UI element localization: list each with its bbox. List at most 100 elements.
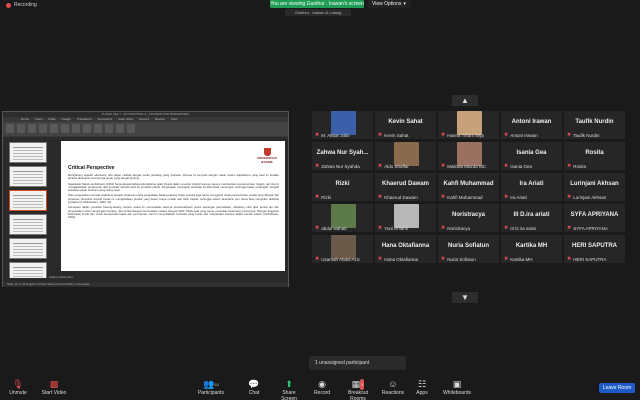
participant-name: Lurinjani Akhsan: [573, 194, 607, 200]
start-video-button[interactable]: ▩ Start Video: [40, 379, 68, 396]
participant-tile[interactable]: Taufik Nurdin ✖ Taufik Nurdin: [564, 111, 625, 139]
participant-tile[interactable]: Antoni Irawan ✖ Antoni Irawan: [501, 111, 562, 139]
mic-muted-icon: ✖: [315, 225, 320, 231]
mic-muted-icon: ✖: [378, 163, 383, 169]
participant-tile[interactable]: ✖ M. Akbar Julio: [312, 111, 373, 139]
whiteboards-label: Whiteboards: [442, 390, 472, 396]
record-label: Record: [313, 390, 331, 396]
record-dot-icon: [6, 2, 11, 8]
notes-placeholder: Click to add notes: [49, 275, 73, 279]
participant-tile[interactable]: ✖ Yuni Erlianti: [375, 204, 436, 232]
ribbon-tab: Design: [61, 117, 71, 121]
breakout-rooms-label: Breakout Rooms: [347, 390, 368, 400]
view-options-button[interactable]: View Options ▾: [368, 0, 410, 8]
participant-name-label: ✖ abdul wahab: [315, 225, 347, 231]
ribbon-tab: Slide Show: [118, 117, 134, 121]
mic-muted-icon: ✖: [441, 225, 446, 231]
mic-muted-icon: ✖: [441, 132, 446, 138]
participant-tile[interactable]: Lurinjani Akhsan ✖ Lurinjani Akhsan: [564, 173, 625, 201]
participant-tile[interactable]: Hana Oktafianna ✖ Hana Oktafianna: [375, 235, 436, 263]
participant-name: Kahfi Muhammad: [447, 194, 483, 200]
gallery-page-down-button[interactable]: ▼: [452, 292, 478, 303]
participant-name: Antoni Irawan: [510, 132, 538, 138]
participant-tile[interactable]: Zahwa Nur Syah... ✖ Zahwa Nur Syahda: [312, 142, 373, 170]
participant-name: Yuni Erlianti: [384, 225, 408, 231]
mic-muted-icon: 🎙: [12, 379, 24, 389]
whiteboard-icon: ▣: [452, 379, 462, 389]
participant-name: Nuria Sofiatun: [447, 256, 476, 262]
participant-display-name: Kevin Sahat: [388, 119, 423, 125]
participant-name-label: ✖ Isania Gea: [504, 163, 532, 169]
participant-tile[interactable]: ✖ Aldo Shaffar: [375, 142, 436, 170]
participant-tile[interactable]: ✖ Malinda Mazda MC: [438, 142, 499, 170]
slide-thumbnail: [9, 262, 47, 278]
participant-tile[interactable]: ✖ abdul wahab: [312, 204, 373, 232]
participant-name-label: ✖ Nuria Sofiatun: [441, 256, 476, 262]
participant-display-name: Kahfi Muhammad: [443, 181, 494, 187]
ribbon-button-icon: [83, 124, 91, 133]
chevron-down-icon: ▾: [403, 1, 406, 7]
participant-tile[interactable]: Rizki ✖ Rizki: [312, 173, 373, 201]
unassigned-participants-notice[interactable]: 1 unassigned participant: [309, 356, 406, 370]
participant-name-label: ✖ Lurinjani Akhsan: [567, 194, 606, 200]
unmute-button[interactable]: 🎙 Unmute: [6, 379, 30, 396]
participants-button[interactable]: 👥53 Participants: [196, 379, 226, 396]
participant-tile[interactable]: Kartika MH ✖ Kartika MH: [501, 235, 562, 263]
participant-name: Usamah Abdul Aziz: [321, 256, 360, 262]
video-off-icon: ▩: [49, 379, 59, 389]
participant-tile[interactable]: Isania Gea ✖ Isania Gea: [501, 142, 562, 170]
gallery-page-up-button[interactable]: ▲: [452, 95, 478, 106]
participant-tile[interactable]: Kahfi Muhammad ✖ Kahfi Muhammad: [438, 173, 499, 201]
participant-tile[interactable]: Rosita ✖ Rosita: [564, 142, 625, 170]
reactions-label: Reactions: [381, 390, 405, 396]
participant-display-name: III D.ira ariati: [513, 212, 550, 218]
participant-tile[interactable]: Noristracya ✖ Noristracya: [438, 204, 499, 232]
whiteboards-button[interactable]: ▣ Whiteboards: [442, 379, 472, 396]
participant-name: Kevin Sahat: [384, 132, 409, 138]
participant-name-label: ✖ Kevin Sahat: [378, 132, 408, 138]
breakout-badge: 1: [360, 379, 365, 390]
participant-display-name: Kartika MH: [515, 243, 548, 249]
participant-display-name: Nuria Sofiatun: [447, 243, 489, 249]
slide-thumbnail: [9, 142, 47, 163]
breakout-rooms-button[interactable]: ▦1 Breakout Rooms: [340, 379, 376, 400]
participant-name-label: ✖ Hanna Tiffani Seja: [441, 132, 484, 138]
ribbon-button-icon: [127, 124, 135, 133]
participant-name: Malinda Mazda MC: [447, 163, 486, 169]
participant-tile[interactable]: Kevin Sahat ✖ Kevin Sahat: [375, 111, 436, 139]
apps-label: Apps: [416, 390, 428, 396]
participant-tile[interactable]: SYFA APRIYANA ✖ SYFA APRIYANA: [564, 204, 625, 232]
ribbon-tab: Record: [139, 117, 149, 121]
record-button[interactable]: ◉ Record: [312, 379, 332, 396]
participant-tile[interactable]: III D.ira ariati ✖ III D.ira ariati: [501, 204, 562, 232]
mic-muted-icon: ✖: [567, 194, 572, 200]
participant-tile[interactable]: Khaerud Dawam ✖ Khaerud Dawam: [375, 173, 436, 201]
ribbon-button-icon: [28, 124, 36, 133]
participant-name-label: ✖ Zahwa Nur Syahda: [315, 163, 360, 169]
participant-name-label: ✖ M. Akbar Julio: [315, 132, 349, 138]
participant-name-label: ✖ Aldo Shaffar: [378, 163, 409, 169]
mic-muted-icon: ✖: [567, 225, 572, 231]
participant-name: Zahwa Nur Syahda: [321, 163, 360, 169]
slide-paragraph: Kemajuan dalam produksi barang-barang se…: [68, 205, 279, 220]
apps-button[interactable]: ☷ Apps: [414, 379, 430, 396]
leave-room-button[interactable]: Leave Room: [599, 383, 635, 393]
participant-name: Kartika MH: [510, 256, 533, 262]
shared-screen[interactable]: TUGAS KEL 7 - ACCOUNTING & _FINANCE FOR …: [2, 111, 289, 287]
participants-label: Participants: [197, 390, 225, 396]
participant-tile[interactable]: Nuria Sofiatun ✖ Nuria Sofiatun: [438, 235, 499, 263]
participant-tile[interactable]: Ira Ariati ✖ Ira Ariati: [501, 173, 562, 201]
participant-name: Isania Gea: [510, 163, 532, 169]
participant-tile[interactable]: ✖ Hanna Tiffani Seja: [438, 111, 499, 139]
participant-tile[interactable]: ✖ Usamah Abdul Aziz: [312, 235, 373, 263]
participant-name-label: ✖ Yuni Erlianti: [378, 225, 408, 231]
chat-button[interactable]: 💬 Chat: [244, 379, 264, 396]
share-screen-button[interactable]: ⬆ Share Screen: [274, 379, 304, 400]
mic-muted-icon: ✖: [378, 194, 383, 200]
mic-muted-icon: ✖: [504, 132, 509, 138]
ribbon-button-icon: [39, 124, 47, 133]
participant-display-name: Ira Ariati: [519, 181, 544, 187]
reactions-button[interactable]: ☺ Reactions: [380, 379, 406, 396]
slide-paragraph: Para pengusaha memulai usahanya dengan p…: [68, 193, 279, 205]
participant-tile[interactable]: HERI SAPUTRA ✖ HERI SAPUTRA: [564, 235, 625, 263]
